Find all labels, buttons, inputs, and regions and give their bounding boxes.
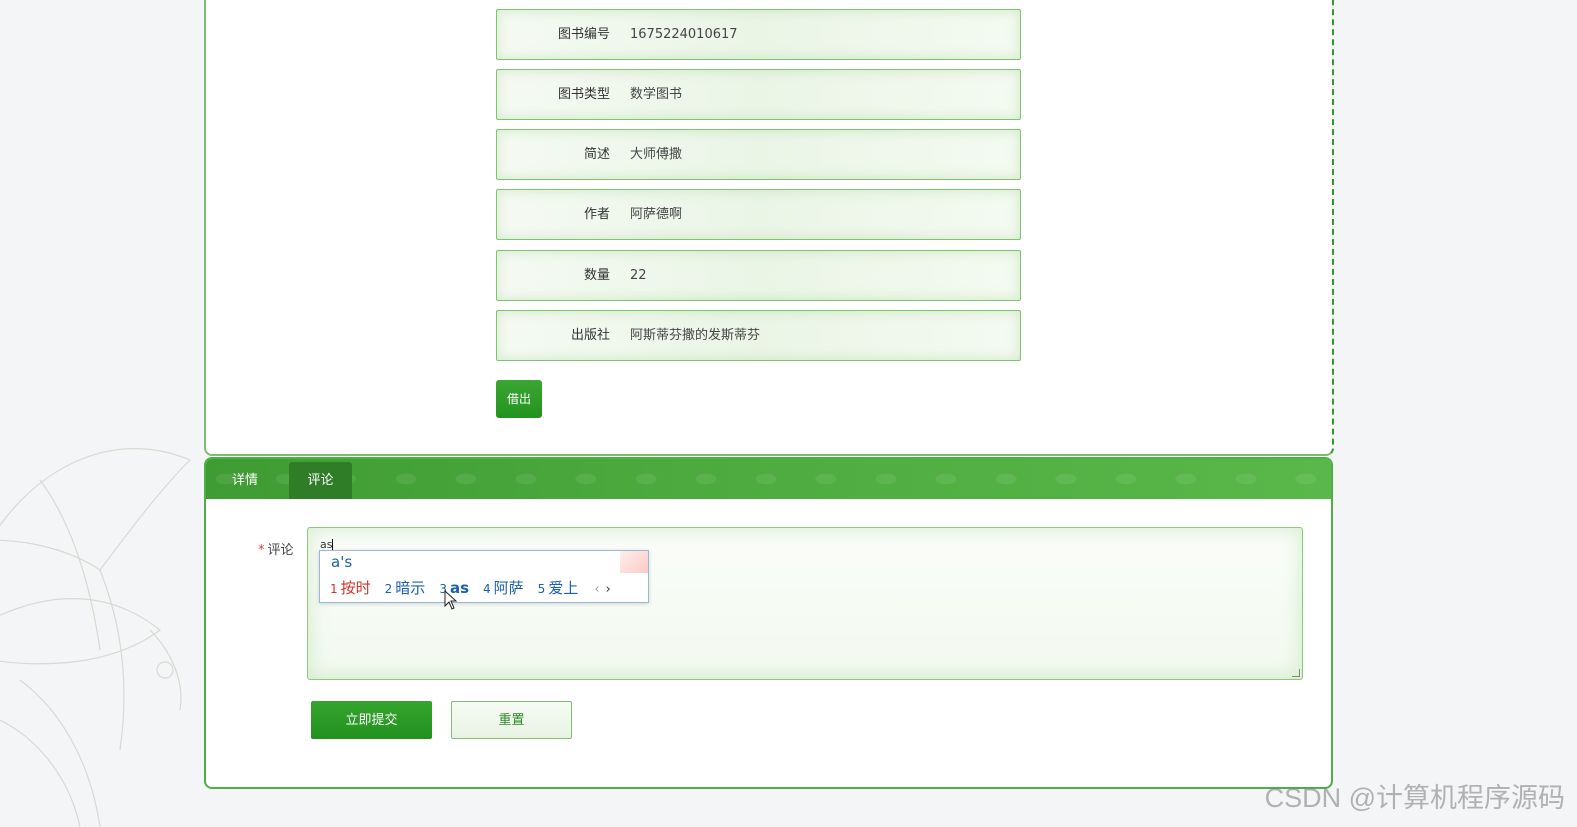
field-book-number: 图书编号 1675224010617 xyxy=(496,9,1021,60)
ime-candidate-popup: a's 1 按时 2 暗示 3 as 4 阿萨 5 爱上 ‹ › xyxy=(319,550,649,603)
background-flower-sketch xyxy=(0,420,215,827)
field-label: 作者 xyxy=(583,207,610,222)
tab-bar: 详情 评论 xyxy=(206,459,1331,499)
field-summary: 简述 大师傅撒 xyxy=(496,129,1021,180)
ime-candidate[interactable]: 2 暗示 xyxy=(385,577,426,598)
field-label: 图书类型 xyxy=(557,87,610,102)
mouse-cursor-icon xyxy=(444,590,458,610)
ime-candidate[interactable]: 4 阿萨 xyxy=(483,577,524,598)
submit-button[interactable]: 立即提交 xyxy=(311,701,432,739)
field-value: 大师傅撒 xyxy=(630,147,683,162)
ime-composition: a's xyxy=(331,553,353,571)
chevron-left-icon[interactable]: ‹ xyxy=(594,582,599,597)
borrow-button[interactable]: 借出 xyxy=(496,380,542,418)
field-author: 作者 阿萨德啊 xyxy=(496,189,1021,240)
field-publisher: 出版社 阿斯蒂芬撒的发斯蒂芬 xyxy=(496,310,1021,361)
field-label: 简述 xyxy=(583,147,610,162)
field-value: 22 xyxy=(630,268,647,283)
required-mark: * xyxy=(258,543,265,558)
resize-handle-icon[interactable] xyxy=(1292,669,1300,677)
field-book-type: 图书类型 数学图书 xyxy=(496,69,1021,120)
comment-panel: 详情 评论 * 评论 as a's 1 按时 2 暗示 3 as 4 阿萨 5 爱上 ‹ › … xyxy=(204,457,1333,789)
comment-label: * 评论 xyxy=(258,539,294,558)
field-value: 阿萨德啊 xyxy=(630,207,683,222)
field-quantity: 数量 22 xyxy=(496,250,1021,301)
field-value: 数学图书 xyxy=(630,87,683,102)
tab-comment[interactable]: 评论 xyxy=(289,462,352,499)
field-label: 出版社 xyxy=(570,328,610,343)
field-label: 图书编号 xyxy=(557,27,610,42)
field-value: 1675224010617 xyxy=(630,27,738,42)
field-value: 阿斯蒂芬撒的发斯蒂芬 xyxy=(630,328,761,343)
tab-detail[interactable]: 详情 xyxy=(214,462,276,499)
ime-page-nav: ‹ › xyxy=(594,582,610,597)
ime-candidate[interactable]: 1 按时 xyxy=(330,577,371,598)
ime-skin-decoration xyxy=(620,551,648,573)
watermark: CSDN @计算机程序源码 xyxy=(1264,783,1565,813)
ime-candidate-list: 1 按时 2 暗示 3 as 4 阿萨 5 爱上 ‹ › xyxy=(330,577,611,599)
book-detail-panel: 图书编号 1675224010617 图书类型 数学图书 简述 大师傅撒 作者 … xyxy=(204,0,1334,456)
chevron-right-icon[interactable]: › xyxy=(606,582,611,597)
flower-sketch-icon xyxy=(0,447,192,827)
comment-label-text: 评论 xyxy=(267,543,294,558)
ime-candidate[interactable]: 5 爱上 xyxy=(538,577,579,598)
field-label: 数量 xyxy=(583,268,610,283)
reset-button[interactable]: 重置 xyxy=(451,701,572,739)
